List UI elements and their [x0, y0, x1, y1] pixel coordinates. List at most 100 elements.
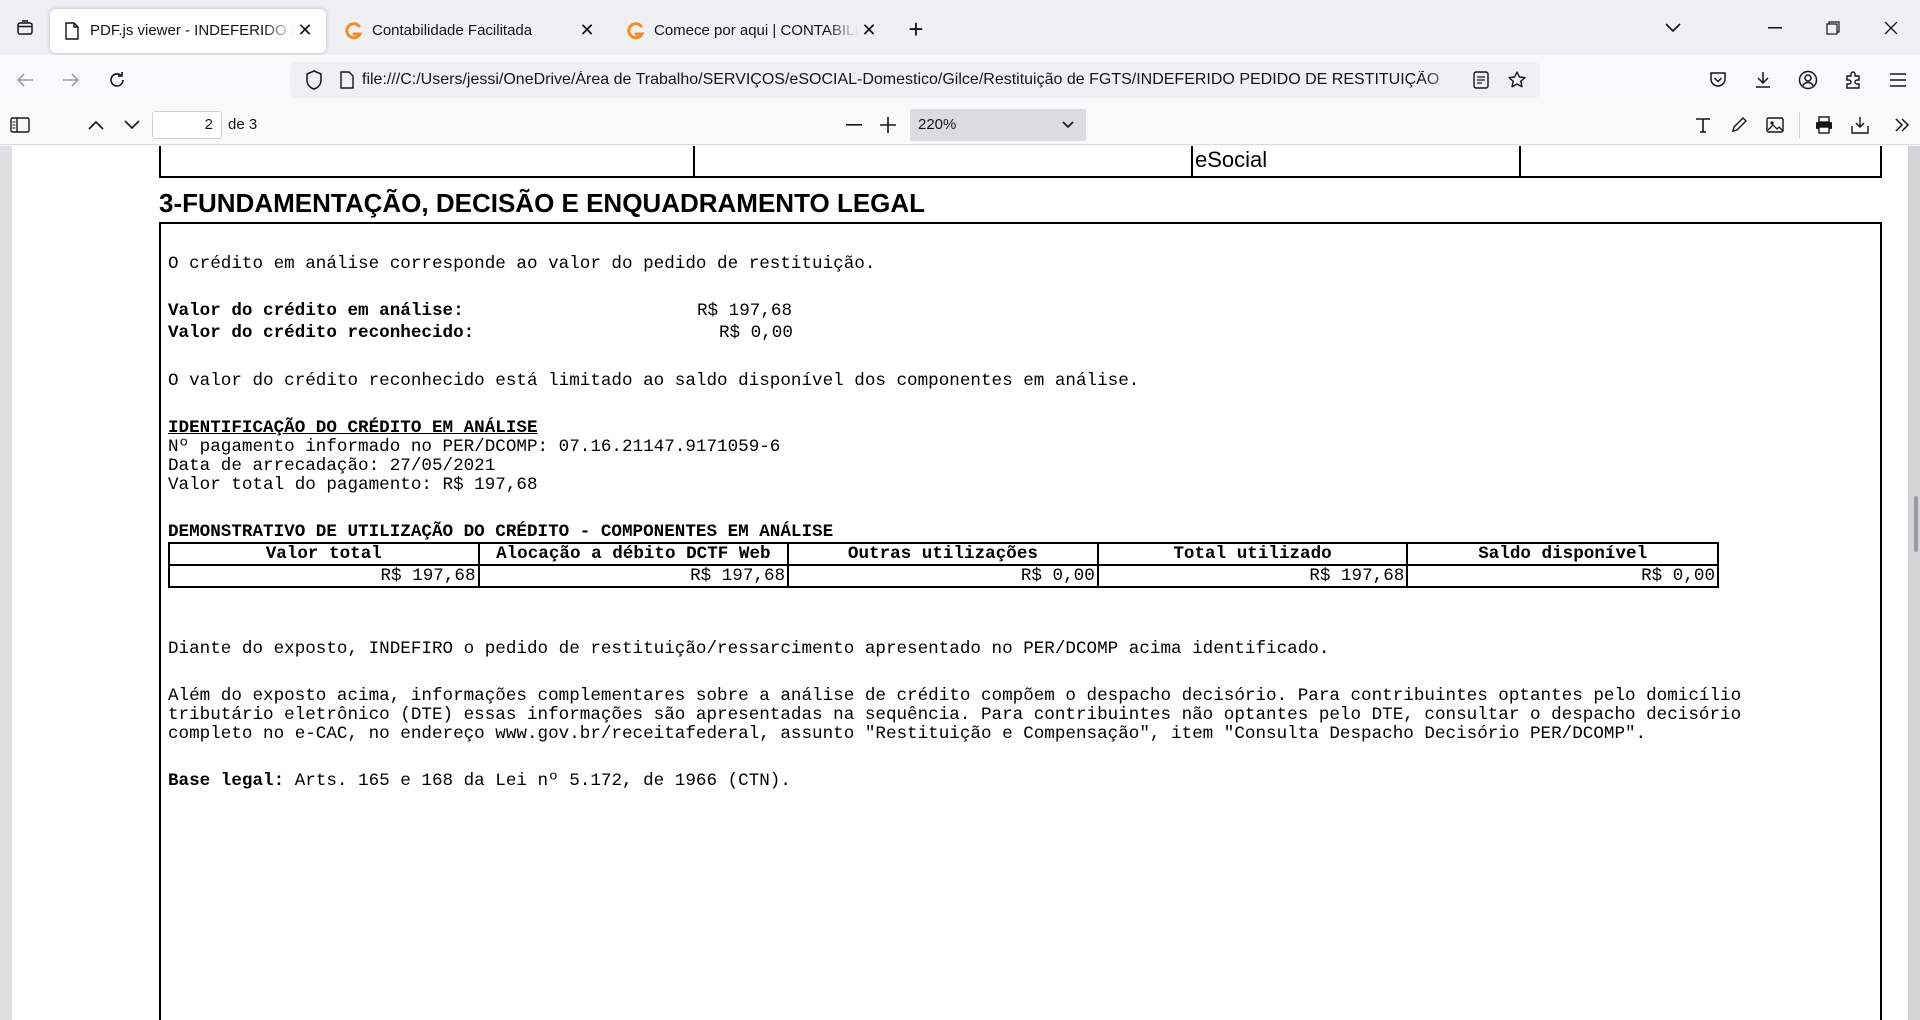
viewer-left-edge [0, 146, 12, 1020]
table-cell: R$ 197,68 [477, 564, 790, 588]
column-header: Alocação a débito DCTF Web [477, 542, 790, 566]
collection-date: Data de arrecadação: 27/05/2021 [168, 456, 496, 476]
pdf-toolbar: 2 de 3 220% [0, 105, 1920, 145]
tabs-overflow-button[interactable] [1652, 0, 1694, 55]
credit-analysis-value: R$ 197,68 [697, 301, 793, 321]
text-tool-button[interactable] [1685, 109, 1721, 141]
legal-base: Base legal: Arts. 165 e 168 da Lei nº 5.… [168, 772, 791, 791]
new-tab-button[interactable]: + [896, 10, 936, 50]
table-cell: R$ 197,68 [168, 564, 480, 588]
close-tab-icon[interactable]: ✕ [576, 20, 598, 42]
reader-view-icon[interactable] [1466, 65, 1496, 95]
document-content: eSocial 3-FUNDAMENTAÇÃO, DECISÃO E ENQUA… [12, 146, 1908, 1020]
contabilidade-logo-icon [626, 21, 646, 41]
draw-tool-button[interactable] [1721, 109, 1757, 141]
identification-heading: IDENTIFICAÇÃO DO CRÉDITO EM ANÁLISE [168, 418, 538, 438]
table-row: R$ 197,68 R$ 197,68 R$ 0,00 R$ 197,68 R$… [168, 564, 1719, 588]
back-button[interactable] [4, 59, 46, 101]
arrow-right-icon [63, 73, 80, 87]
toggle-sidebar-button[interactable] [2, 109, 38, 141]
previous-section-table-bottom: eSocial [159, 146, 1882, 178]
pdf-viewer[interactable]: eSocial 3-FUNDAMENTAÇÃO, DECISÃO E ENQUA… [0, 146, 1920, 1020]
image-tool-button[interactable] [1757, 109, 1793, 141]
complement-line-3: completo no e-CAC, no endereço www.gov.b… [168, 724, 1647, 744]
tab-comece-por-aqui[interactable]: Comece por aqui | CONTABILIDADE ✕ [614, 9, 890, 53]
page-count: de 3 [228, 116, 258, 133]
image-icon [1766, 117, 1784, 133]
minimize-icon [1768, 26, 1782, 28]
section-title: 3-FUNDAMENTAÇÃO, DECISÃO E ENQUADRAMENTO… [159, 188, 926, 218]
downloads-button[interactable] [1740, 55, 1785, 105]
table-cell: R$ 197,68 [1096, 564, 1409, 588]
sidebar-icon [10, 116, 30, 133]
zoom-select[interactable]: 220% [910, 109, 1086, 141]
decision-text: Diante do exposto, INDEFIRO o pedido de … [168, 639, 1330, 659]
double-chevron-right-icon [1895, 118, 1910, 132]
next-page-button[interactable] [114, 109, 150, 141]
plus-icon: + [908, 14, 924, 44]
pdf-file-icon [62, 21, 82, 41]
tab-pdf-viewer[interactable]: PDF.js viewer - INDEFERIDO PEDIDO DE RES… [50, 8, 326, 53]
minus-icon [846, 124, 862, 126]
forward-button[interactable] [50, 59, 92, 101]
pdf-page: eSocial 3-FUNDAMENTAÇÃO, DECISÃO E ENQUA… [12, 146, 1908, 1020]
hamburger-menu-icon [1889, 73, 1906, 87]
printer-icon [1816, 116, 1832, 134]
tab-title: Comece por aqui | CONTABILIDADE [654, 22, 858, 39]
download-icon [1755, 72, 1770, 88]
credit-analysis-label: Valor do crédito em análise: [168, 301, 464, 321]
zoom-in-button[interactable] [870, 109, 906, 141]
vertical-scrollbar-thumb[interactable] [1914, 496, 1918, 552]
tab-list-icon [17, 19, 33, 35]
previous-page-button[interactable] [78, 109, 114, 141]
address-bar[interactable]: file:///C:/Users/jessi/OneDrive/Área de … [290, 62, 1540, 98]
text-icon [1696, 118, 1710, 133]
zoom-out-button[interactable] [836, 109, 872, 141]
puzzle-icon [1845, 71, 1860, 89]
page-number-input[interactable]: 2 [152, 111, 222, 139]
save-button[interactable] [1842, 109, 1878, 141]
table-cell: R$ 0,00 [1406, 564, 1719, 588]
account-button[interactable] [1785, 55, 1830, 105]
app-menu-button[interactable] [1875, 55, 1920, 105]
close-tab-icon[interactable]: ✕ [858, 20, 880, 42]
table-cell-esocial: eSocial [1193, 146, 1521, 176]
chevron-down-icon [1062, 109, 1074, 141]
plus-icon [880, 117, 896, 133]
tracking-protection-shield-icon[interactable] [296, 70, 332, 90]
complement-line-1: Além do exposto acima, informações compl… [168, 686, 1742, 706]
table-cell [695, 146, 1193, 176]
navigation-bar: file:///C:/Users/jessi/OneDrive/Área de … [0, 55, 1920, 105]
account-icon [1798, 70, 1817, 90]
reload-button[interactable] [96, 59, 138, 101]
arrow-left-icon [16, 73, 33, 87]
toolbar-divider [1799, 112, 1800, 138]
pencil-icon [1732, 117, 1747, 132]
page-file-icon [332, 71, 362, 89]
tools-menu-button[interactable] [1884, 109, 1920, 141]
minimize-button[interactable] [1746, 0, 1804, 55]
table-cell: R$ 0,00 [787, 564, 1099, 588]
print-button[interactable] [1806, 109, 1842, 141]
url-text[interactable]: file:///C:/Users/jessi/OneDrive/Área de … [362, 71, 1466, 89]
extensions-button[interactable] [1830, 55, 1875, 105]
list-all-tabs-button[interactable] [0, 0, 50, 55]
column-header: Saldo disponível [1406, 542, 1719, 566]
close-tab-icon[interactable]: ✕ [294, 20, 316, 42]
restore-button[interactable] [1804, 0, 1862, 55]
bookmark-star-icon[interactable] [1502, 65, 1532, 95]
column-header: Outras utilizações [787, 542, 1099, 566]
chevron-down-icon [124, 120, 140, 130]
close-window-button[interactable] [1862, 0, 1920, 55]
tab-strip: PDF.js viewer - INDEFERIDO PEDIDO DE RES… [0, 0, 1920, 55]
table-cell [1521, 146, 1880, 176]
contabilidade-logo-icon [344, 21, 364, 41]
pocket-button[interactable] [1695, 55, 1740, 105]
table-cell [161, 146, 695, 176]
column-header: Valor total [168, 542, 480, 566]
reload-icon [110, 72, 124, 87]
credit-recognized-label: Valor do crédito reconhecido: [168, 323, 475, 343]
pocket-icon [1709, 72, 1726, 87]
tab-contabilidade-facilitada[interactable]: Contabilidade Facilitada ✕ [332, 9, 608, 53]
intro-text: O crédito em análise corresponde ao valo… [168, 254, 876, 274]
